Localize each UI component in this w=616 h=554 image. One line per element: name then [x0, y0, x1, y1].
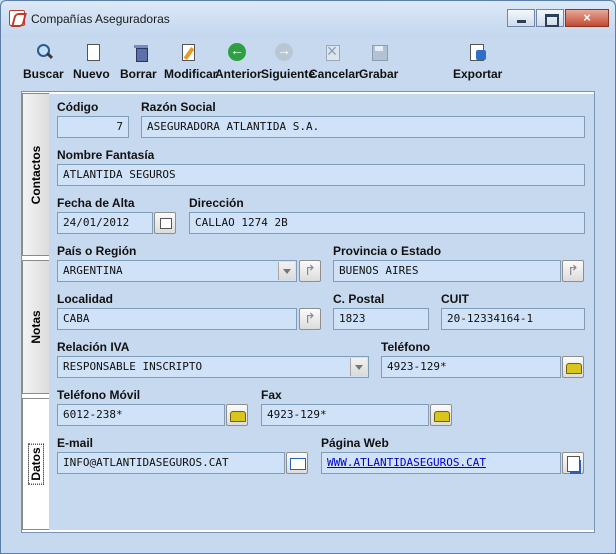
pais-label: País o Región: [57, 244, 137, 258]
email-field[interactable]: INFO@ATLANTIDASEGUROS.CAT: [57, 452, 285, 474]
relacion-iva-label: Relación IVA: [57, 340, 130, 354]
provincia-goto-button[interactable]: [562, 260, 584, 282]
cpostal-field[interactable]: 1823: [333, 308, 429, 330]
toolbar: Buscar Nuevo Borrar Modificar Anterior S…: [1, 39, 615, 89]
save-icon: [370, 43, 388, 61]
tab-contactos[interactable]: Contactos: [22, 93, 49, 256]
cancel-icon: [323, 41, 341, 62]
telefono-label: Teléfono: [381, 340, 431, 354]
calendar-button[interactable]: [154, 212, 176, 234]
edit-icon: [179, 43, 197, 61]
exportar-button[interactable]: Exportar: [453, 39, 503, 85]
borrar-label: Borrar: [120, 67, 157, 81]
pagina-web-field[interactable]: WWW.ATLANTIDASEGUROS.CAT: [321, 452, 561, 474]
fecha-alta-label: Fecha de Alta: [57, 196, 135, 210]
email-send-button[interactable]: [286, 452, 308, 474]
codigo-field[interactable]: 7: [57, 116, 129, 138]
modificar-button[interactable]: Modificar: [164, 39, 217, 85]
localidad-label: Localidad: [57, 292, 114, 306]
window-title: Compañías Aseguradoras: [31, 12, 170, 26]
modificar-label: Modificar: [164, 67, 218, 81]
arrow-left-icon: [228, 42, 246, 61]
razon-social-label: Razón Social: [141, 100, 216, 114]
provincia-field[interactable]: BUENOS AIRES: [333, 260, 561, 282]
exportar-label: Exportar: [453, 67, 503, 81]
window: Compañías Aseguradoras × Buscar Nuevo Bo…: [0, 0, 616, 554]
title-bar: Compañías Aseguradoras ×: [1, 1, 615, 37]
buscar-button[interactable]: Buscar: [23, 39, 67, 85]
window-controls: ×: [506, 9, 609, 27]
cancelar-button[interactable]: Cancelar: [309, 39, 360, 85]
tab-datos[interactable]: Datos: [22, 398, 49, 530]
siguiente-button[interactable]: Siguiente: [261, 39, 315, 85]
borrar-button[interactable]: Borrar: [120, 39, 162, 85]
telefono-field[interactable]: 4923-129*: [381, 356, 561, 378]
anterior-button[interactable]: Anterior: [215, 39, 262, 85]
telefono-dial-button[interactable]: [562, 356, 584, 378]
pagina-web-open-button[interactable]: [562, 452, 584, 474]
anterior-label: Anterior: [215, 67, 262, 81]
cuit-field[interactable]: 20-12334164-1: [441, 308, 585, 330]
new-document-icon: [84, 43, 102, 61]
pais-value: ARGENTINA: [63, 264, 123, 277]
cancelar-label: Cancelar: [309, 67, 360, 81]
fecha-alta-field[interactable]: 24/01/2012: [57, 212, 153, 234]
search-icon: [36, 43, 54, 61]
cuit-label: CUIT: [441, 292, 469, 306]
export-icon: [468, 43, 486, 61]
razon-social-field[interactable]: ASEGURADORA ATLANTIDA S.A.: [141, 116, 585, 138]
movil-dial-button[interactable]: [226, 404, 248, 426]
fax-field[interactable]: 4923-129*: [261, 404, 429, 426]
fax-label: Fax: [261, 388, 282, 402]
localidad-field[interactable]: CABA: [57, 308, 297, 330]
grabar-button[interactable]: Grabar: [359, 39, 399, 85]
pais-goto-button[interactable]: [299, 260, 321, 282]
cpostal-label: C. Postal: [333, 292, 385, 306]
email-label: E-mail: [57, 436, 94, 450]
codigo-label: Código: [57, 100, 99, 114]
relacion-iva-select[interactable]: RESPONSABLE INSCRIPTO: [57, 356, 369, 378]
movil-label: Teléfono Móvil: [57, 388, 141, 402]
nuevo-label: Nuevo: [73, 67, 110, 81]
direccion-field[interactable]: CALLAO 1274 2B: [189, 212, 585, 234]
localidad-goto-button[interactable]: [299, 308, 321, 330]
trash-icon: [132, 43, 150, 62]
relacion-iva-value: RESPONSABLE INSCRIPTO: [63, 360, 203, 373]
chevron-down-icon[interactable]: [350, 358, 367, 376]
movil-field[interactable]: 6012-238*: [57, 404, 225, 426]
nombre-fantasia-field[interactable]: ATLANTIDA SEGUROS: [57, 164, 585, 186]
close-button[interactable]: ×: [565, 9, 609, 27]
tab-notas[interactable]: Notas: [22, 260, 49, 394]
chevron-down-icon[interactable]: [278, 262, 295, 280]
arrow-right-icon: [275, 42, 293, 61]
maximize-button[interactable]: [536, 9, 564, 27]
pagina-web-label: Página Web: [321, 436, 389, 450]
fax-dial-button[interactable]: [430, 404, 452, 426]
nombre-fantasia-label: Nombre Fantasía: [57, 148, 155, 162]
direccion-label: Dirección: [189, 196, 244, 210]
pais-select[interactable]: ARGENTINA: [57, 260, 297, 282]
close-icon: ×: [583, 10, 591, 25]
app-logo-icon: [9, 10, 25, 26]
siguiente-label: Siguiente: [261, 67, 316, 81]
nuevo-button[interactable]: Nuevo: [73, 39, 113, 85]
grabar-label: Grabar: [359, 67, 399, 81]
provincia-label: Provincia o Estado: [333, 244, 442, 258]
buscar-label: Buscar: [23, 67, 64, 81]
minimize-button[interactable]: [507, 9, 535, 27]
